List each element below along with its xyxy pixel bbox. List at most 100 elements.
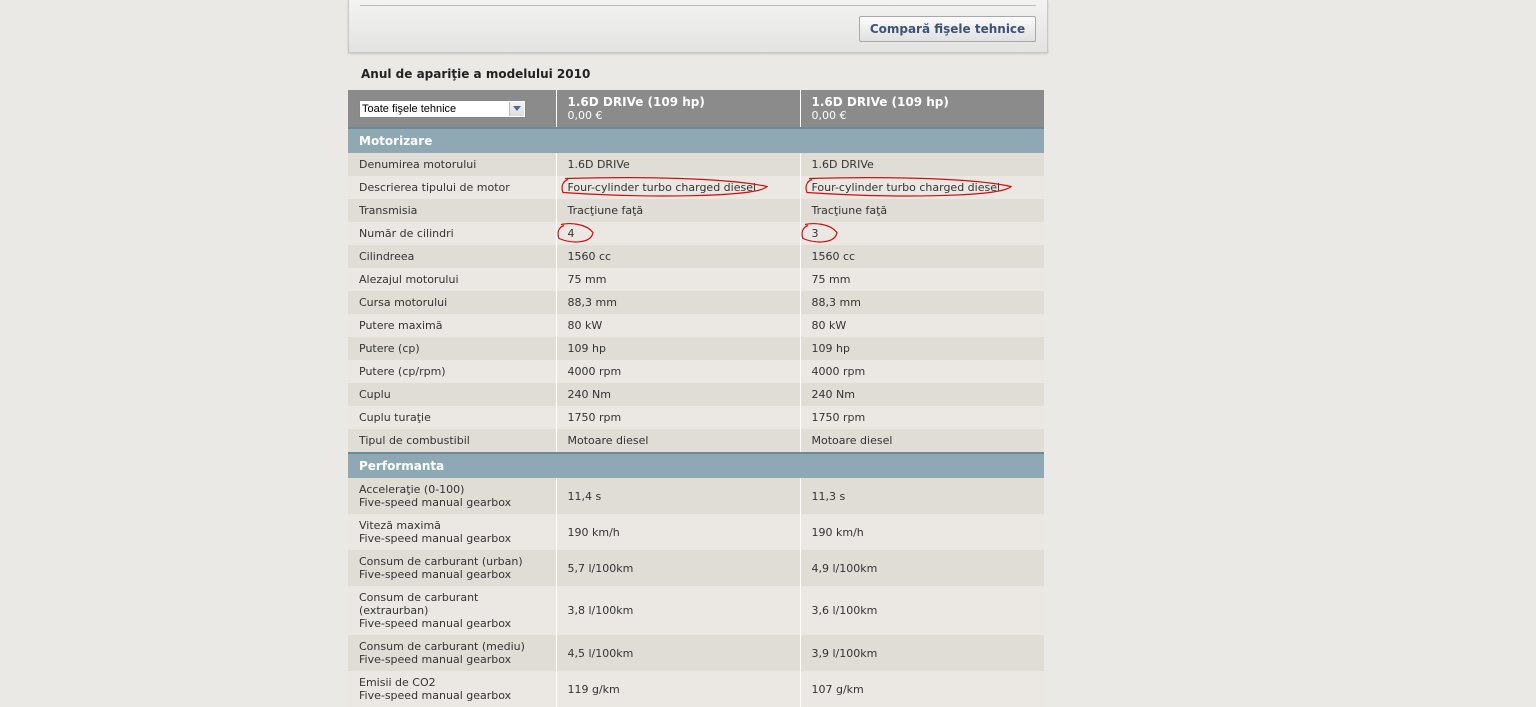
panel-divider: [360, 5, 1036, 6]
spec-filter-value: Toate fişele tehnice: [362, 103, 457, 115]
row-value: 11,4 s: [555, 478, 800, 514]
row-value-text: 75 mm: [567, 273, 607, 286]
row-label-line: Alezajul motorului: [359, 273, 459, 286]
row-value: 4000 rpm: [799, 360, 1044, 383]
table-row: Consum de carburant (mediu) Five-speed ma…: [348, 635, 1044, 671]
row-label: Denumirea motorului: [348, 153, 556, 176]
row-value-text: 119 g/km: [567, 682, 620, 696]
model-price: 0,00 €: [811, 109, 847, 122]
row-label: Viteză maximă Five-speed manual gearbox: [348, 514, 556, 550]
row-label-line: Putere (cp): [359, 342, 420, 355]
row-label-line: Cursa motorului: [359, 296, 448, 309]
table-row: Denumirea motorului 1.6D DRIVe 1.6D DRIVe: [348, 153, 1044, 176]
table-row: Transmisia Tracţiune faţă Tracţiune faţă: [348, 199, 1044, 222]
section-header: Motorizare: [348, 127, 1044, 153]
row-label-line: Five-speed manual gearbox: [359, 653, 512, 666]
row-value: Four-cylinder turbo charged diesel: [799, 176, 1044, 199]
table-row: Emisii de CO2 Five-speed manual gearbox 11…: [348, 671, 1044, 707]
row-value: 3: [799, 222, 1044, 245]
table-row: Consum de carburant (extraurban) Five-spee…: [348, 586, 1044, 635]
row-label-line: Număr de cilindri: [359, 227, 454, 240]
row-value: Four-cylinder turbo charged diesel: [555, 176, 800, 199]
row-value: 11,3 s: [799, 478, 1044, 514]
table-row: Cursa motorului 88,3 mm 88,3 mm: [348, 291, 1044, 314]
row-value: 190 km/h: [799, 514, 1044, 550]
table-row: Putere (cp) 109 hp 109 hp: [348, 337, 1044, 360]
section-header: Performanta: [348, 452, 1044, 478]
compare-panel: Compară fişele tehnice: [348, 0, 1048, 53]
row-value: 190 km/h: [555, 514, 800, 550]
table-row: Acceleraţie (0-100) Five-speed manual gea…: [348, 478, 1044, 514]
row-value: 4: [555, 222, 800, 245]
compare-specs-button[interactable]: Compară fişele tehnice: [859, 16, 1036, 42]
row-value: 80 kW: [555, 314, 800, 337]
row-value-text: 109 hp: [811, 342, 850, 355]
table-row: Consum de carburant (urban) Five-speed ma…: [348, 550, 1044, 586]
row-label-line: Putere maximă: [359, 319, 443, 332]
row-value-text: 109 hp: [567, 342, 606, 355]
row-value-text: 4,9 l/100km: [811, 561, 878, 575]
row-value-text: 1560 cc: [811, 250, 856, 263]
model-column-header: 1.6D DRIVe (109 hp) 0,00 €: [799, 90, 1044, 128]
row-value-text: 5,7 l/100km: [567, 561, 634, 575]
row-value: 109 hp: [555, 337, 800, 360]
row-value-text: 3,6 l/100km: [811, 604, 878, 617]
table-row: Putere maximă 80 kW 80 kW: [348, 314, 1044, 337]
row-label: Descrierea tipului de motor: [348, 176, 556, 199]
row-value: 4000 rpm: [555, 360, 800, 383]
row-label-line: Five-speed manual gearbox: [359, 617, 512, 630]
row-value: 1.6D DRIVe: [799, 153, 1044, 176]
row-value: 109 hp: [799, 337, 1044, 360]
row-label-line: Acceleraţie (0-100): [359, 483, 465, 496]
row-label-line: Denumirea motorului: [359, 158, 477, 171]
row-value-text: 80 kW: [811, 319, 847, 332]
row-value-text: Motoare diesel: [811, 434, 893, 447]
row-value-text: 4000 rpm: [567, 365, 622, 378]
row-value: 75 mm: [799, 268, 1044, 291]
row-value-text: 240 Nm: [811, 388, 855, 401]
row-value-text: 88,3 mm: [567, 296, 617, 309]
row-value-text: 1560 cc: [567, 250, 612, 263]
row-label: Transmisia: [348, 199, 556, 222]
chevron-down-icon[interactable]: [509, 102, 524, 116]
row-label: Putere maximă: [348, 314, 556, 337]
row-label: Tipul de combustibil: [348, 429, 556, 453]
model-name: 1.6D DRIVe (109 hp): [567, 95, 705, 109]
row-value: 4,5 l/100km: [555, 635, 800, 671]
row-label: Număr de cilindri: [348, 222, 556, 245]
row-value: 3,6 l/100km: [799, 586, 1044, 635]
row-value-text: 240 Nm: [567, 388, 611, 401]
table-header-row: Toate fişele tehnice 1.6D DRIVe (109 hp) 0…: [348, 90, 1044, 128]
row-value: 80 kW: [799, 314, 1044, 337]
row-value-text: 11,3 s: [811, 489, 846, 503]
row-value-text: 4,5 l/100km: [567, 646, 634, 660]
row-value: 3,8 l/100km: [555, 586, 800, 635]
row-value: 240 Nm: [555, 383, 800, 406]
row-label-line: Descrierea tipului de motor: [359, 181, 510, 194]
row-value: Tracţiune faţă: [799, 199, 1044, 222]
row-label-line: Consum de carburant (mediu): [359, 640, 525, 653]
row-value: 107 g/km: [799, 671, 1044, 707]
row-value: 88,3 mm: [799, 291, 1044, 314]
row-value-text: 1.6D DRIVe: [567, 158, 630, 171]
row-label-line: Cuplu turaţie: [359, 411, 431, 424]
row-value: 1750 rpm: [799, 406, 1044, 429]
row-value-text: 107 g/km: [811, 682, 864, 696]
row-label: Putere (cp/rpm): [348, 360, 556, 383]
row-label-line: Viteză maximă: [359, 519, 441, 532]
row-value: 1750 rpm: [555, 406, 800, 429]
annotation-circle-icon: [804, 177, 1012, 197]
spec-filter-select[interactable]: Toate fişele tehnice: [359, 100, 526, 118]
annotation-circle-icon: [560, 177, 768, 197]
row-value-text: 190 km/h: [811, 525, 864, 539]
row-value: 1560 cc: [555, 245, 800, 268]
table-row: Alezajul motorului 75 mm 75 mm: [348, 268, 1044, 291]
row-value-text: 4000 rpm: [811, 365, 866, 378]
row-value-text: 4: [557, 223, 594, 243]
row-value-text: Motoare diesel: [567, 434, 649, 447]
row-label-line: Consum de carburant (urban): [359, 555, 523, 568]
row-value-text: Tracţiune faţă: [811, 204, 888, 217]
row-value: 1560 cc: [799, 245, 1044, 268]
row-value-text: 1.6D DRIVe: [811, 158, 874, 171]
row-label-line: Transmisia: [359, 204, 418, 217]
